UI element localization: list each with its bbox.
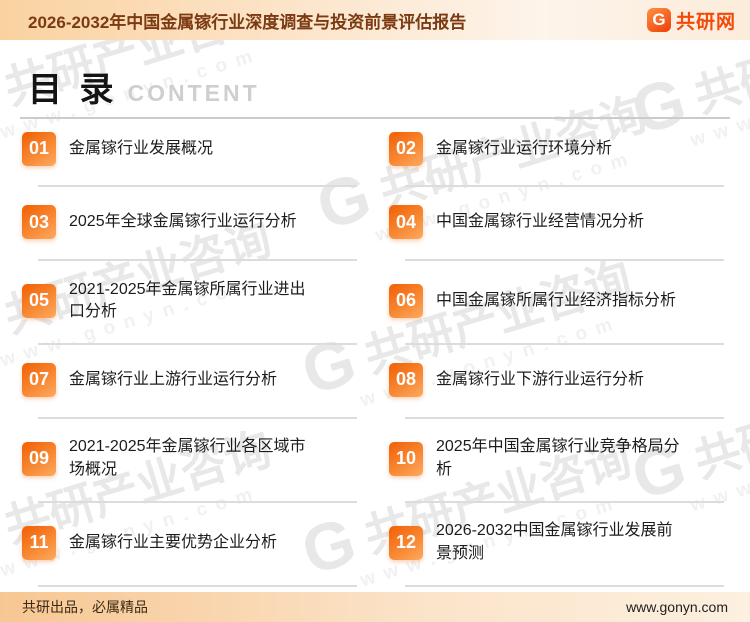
toc-item-label: 2026-2032中国金属镓行业发展前景预测: [436, 522, 673, 562]
toc-grid: 01 金属镓行业发展概况 02 金属镓行业运行环境分析 03 2025年全球金属…: [22, 119, 726, 592]
toc-item-01[interactable]: 01 金属镓行业发展概况: [22, 119, 359, 192]
toc-item-11[interactable]: 11 金属镓行业主要优势企业分析: [22, 508, 359, 592]
toc-item-12[interactable]: 12 2026-2032中国金属镓行业发展前景预测: [389, 508, 726, 592]
toc-item-07[interactable]: 07 金属镓行业上游行业运行分析: [22, 350, 359, 423]
toc-item-number: 04: [389, 205, 423, 240]
toc-item-06[interactable]: 06 中国金属镓所属行业经济指标分析: [389, 266, 726, 350]
toc-item-label: 中国金属镓行业经营情况分析: [436, 212, 645, 230]
footer-bar: 共研出品，必属精品 www.gonyn.com: [0, 592, 750, 622]
site-logo[interactable]: G 共研网: [646, 7, 736, 34]
toc-item-number: 02: [389, 131, 423, 166]
header-bar: 2026-2032年中国金属镓行业深度调查与投资前景评估报告 G 共研网: [0, 0, 750, 40]
toc-item-number: 12: [389, 525, 423, 560]
toc-item-09[interactable]: 09 2021-2025年金属镓行业各区域市场概况: [22, 424, 359, 508]
toc-item-number: 07: [22, 362, 56, 397]
toc-item-label: 2021-2025年金属镓行业各区域市场概况: [69, 438, 306, 478]
toc-item-05[interactable]: 05 2021-2025年金属镓所属行业进出口分析: [22, 266, 359, 350]
logo-text: 共研网: [675, 11, 736, 33]
toc-item-10[interactable]: 10 2025年中国金属镓行业竞争格局分析: [389, 424, 726, 508]
logo-g-icon: G: [646, 8, 671, 32]
report-toc-page: G 共研产业咨询 w w w . g o n y n . c o m G 共研产业咨…: [0, 0, 750, 622]
toc-item-label: 2025年中国金属镓行业竞争格局分析: [436, 438, 680, 478]
toc-item-08[interactable]: 08 金属镓行业下游行业运行分析: [389, 350, 726, 423]
toc-item-number: 09: [22, 441, 56, 476]
toc-heading-cn: 目 录: [28, 71, 118, 109]
toc-item-number: 08: [389, 362, 423, 397]
toc-item-number: 06: [389, 283, 423, 318]
toc-item-number: 10: [389, 441, 423, 476]
toc-item-03[interactable]: 03 2025年全球金属镓行业运行分析: [22, 192, 359, 265]
toc-item-label: 2021-2025年金属镓所属行业进出口分析: [69, 280, 306, 320]
toc-item-label: 金属镓行业上游行业运行分析: [69, 370, 278, 388]
toc-item-label: 中国金属镓所属行业经济指标分析: [436, 291, 677, 309]
toc-heading: 目 录 CONTENT: [28, 62, 260, 111]
footer-url[interactable]: www.gonyn.com: [626, 599, 728, 615]
toc-item-label: 金属镓行业发展概况: [69, 139, 214, 157]
toc-item-number: 03: [22, 205, 56, 240]
toc-item-label: 金属镓行业下游行业运行分析: [436, 370, 645, 388]
toc-item-04[interactable]: 04 中国金属镓行业经营情况分析: [389, 192, 726, 265]
toc-item-label: 金属镓行业主要优势企业分析: [69, 533, 278, 551]
toc-item-label: 金属镓行业运行环境分析: [436, 139, 613, 157]
toc-item-number: 05: [22, 283, 56, 318]
toc-item-number: 01: [22, 131, 56, 166]
footer-slogan: 共研出品，必属精品: [22, 599, 148, 615]
toc-item-02[interactable]: 02 金属镓行业运行环境分析: [389, 119, 726, 192]
report-title: 2026-2032年中国金属镓行业深度调查与投资前景评估报告: [28, 12, 467, 32]
toc-heading-en: CONTENT: [127, 80, 260, 106]
toc-item-number: 11: [22, 525, 56, 560]
toc-item-label: 2025年全球金属镓行业运行分析: [69, 212, 297, 230]
